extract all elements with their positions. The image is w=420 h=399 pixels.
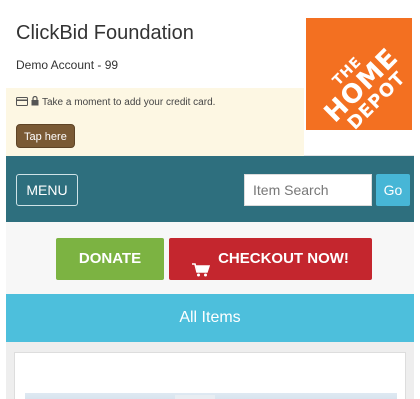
checkout-label: CHECKOUT NOW!: [218, 250, 349, 267]
checkout-button[interactable]: CHECKOUT NOW!: [169, 238, 372, 280]
notice-row: Take a moment to add your credit card.: [16, 95, 216, 109]
item-card[interactable]: [14, 352, 406, 399]
page: ClickBid Foundation Demo Account - 99 Ta…: [6, 6, 414, 399]
lock-icon: [31, 95, 39, 109]
header: ClickBid Foundation Demo Account - 99 Ta…: [6, 6, 414, 156]
credit-card-icon: [16, 96, 28, 109]
logo-text: THE HOME DEPOT: [306, 18, 412, 130]
items-list: [6, 342, 414, 399]
shopping-cart-icon: [192, 252, 211, 277]
all-items-heading[interactable]: All Items: [6, 294, 414, 342]
donate-button[interactable]: DONATE: [56, 238, 164, 280]
tap-here-button[interactable]: Tap here: [16, 124, 75, 148]
item-search-input[interactable]: [244, 174, 372, 206]
sponsor-logo: THE HOME DEPOT: [306, 18, 412, 130]
item-image-detail: [175, 395, 215, 399]
org-name: ClickBid Foundation: [16, 22, 194, 44]
account-label: Demo Account - 99: [16, 58, 119, 72]
notice-text: Take a moment to add your credit card.: [42, 97, 216, 108]
credit-card-notice: Take a moment to add your credit card. T…: [6, 88, 304, 156]
item-image: [25, 393, 397, 399]
action-area: DONATE CHECKOUT NOW!: [6, 222, 414, 294]
nav-bar: MENU Go: [6, 156, 414, 222]
menu-button[interactable]: MENU: [16, 174, 78, 206]
go-button[interactable]: Go: [376, 174, 410, 206]
